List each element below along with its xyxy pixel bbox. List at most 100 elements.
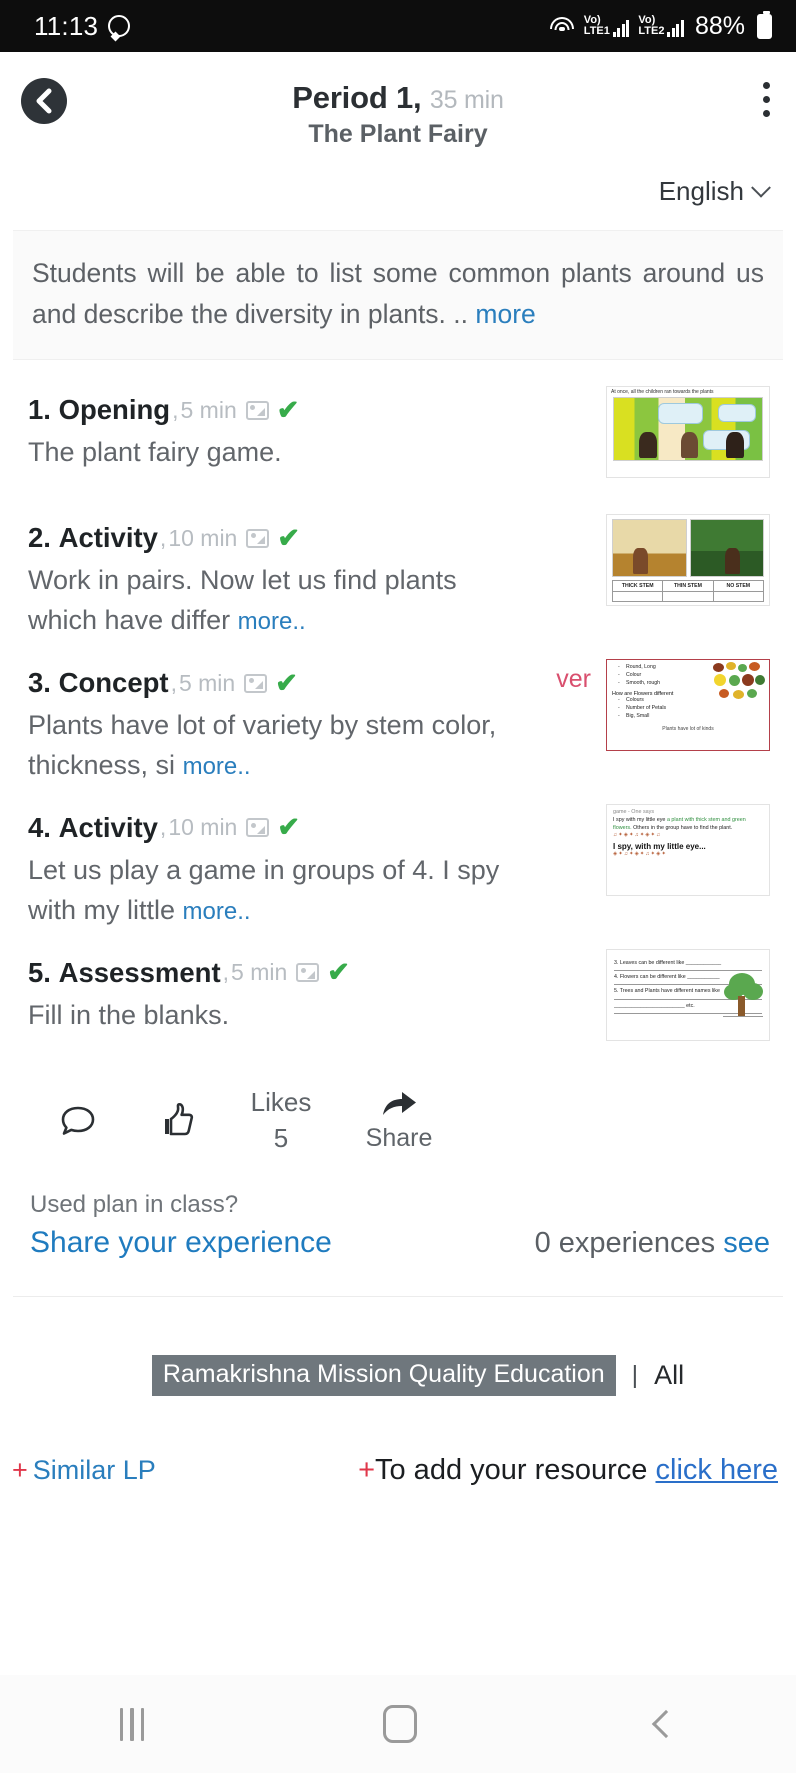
step-item[interactable]: 5. Assessment, 5 min ✔ Fill in the blank… [0,931,796,1059]
app-screen: 11:13 Vo) LTE1 Vo) LTE2 88% Period 1, 35… [0,0,796,1773]
step-body: Fill in the blanks. [28,996,528,1036]
sim1-lte-label: LTE1 [583,25,610,37]
step-body: The plant fairy game. [28,433,528,473]
battery-icon [757,10,772,39]
step-description: Let us play a game in groups of 4. I spy… [28,854,500,925]
step-number: 4. [28,811,51,843]
page-title: Period 1, 35 min [22,80,774,116]
step-thumbnail[interactable]: game - One says I spy with my little eye… [606,803,770,896]
sim2-signal-bars [667,20,684,38]
share-experience-link[interactable]: Share your experience [30,1226,332,1260]
chevron-down-icon [751,177,771,198]
green-check-icon: ✔ [277,522,300,553]
home-icon[interactable] [383,1705,418,1743]
tags-row: Ramakrishna Mission Quality Education | … [0,1354,796,1396]
thumbnail-table-row [612,591,764,603]
table-col-2: THIN STEM [663,581,714,592]
likes-label: Likes [250,1086,312,1117]
thumbnail-table-header: THICK STEM THIN STEM NO STEM [612,580,764,592]
like-button[interactable] [126,1101,226,1141]
image-icon [296,963,320,983]
thumb-top-text: game - One says [613,808,655,815]
step-item[interactable]: 1. Opening, 5 min ✔ The plant fairy game… [0,368,796,496]
step-item[interactable]: 2. Activity, 10 min ✔ Work in pairs. Now… [0,496,796,641]
likes-counter[interactable]: Likes 5 [226,1085,336,1157]
green-check-icon: ✔ [327,957,350,988]
back-icon[interactable] [652,1709,681,1739]
step-item[interactable]: 3. Concept, 5 min ✔ ver Plants have lot … [0,641,796,786]
period-label: Period 1, [292,80,422,115]
thumb-list-item: Round, Long [612,664,764,672]
experience-row: Share your experience 0 experiences see [30,1226,796,1260]
status-bar-right: Vo) LTE1 Vo) LTE2 88% [549,10,772,41]
step-thumbnail[interactable]: 3. Leaves can be different like ________… [606,948,770,1041]
thumb-list-item: Number of Petals [612,705,764,713]
plus-icon: + [12,1454,28,1485]
thumbnail-footer: Plants have lot of kinds [662,725,714,732]
thumb-line: 3. Leaves can be different like ________… [614,957,762,972]
step-description: Plants have lot of variety by stem color… [28,710,497,780]
step-number: 5. [28,956,51,988]
click-here-link[interactable]: click here [656,1454,779,1486]
comment-icon [61,1106,95,1135]
thumbs-up-icon [165,1102,194,1136]
sim1-indicator: Vo) LTE1 [583,14,630,38]
app-header: Period 1, 35 min The Plant Fairy [0,52,796,170]
recents-icon[interactable] [119,1707,145,1741]
step-body: Work in pairs. Now let us find plants wh… [28,561,528,641]
step-number: 2. [28,522,51,554]
action-bar: Likes 5 Share [0,1059,796,1157]
green-check-icon: ✔ [277,812,300,843]
kebab-menu-icon[interactable] [762,82,770,117]
share-button[interactable]: Share [344,1088,454,1153]
thumb-list-item: Smooth, rough [612,680,764,688]
step-duration: 10 min [168,524,238,551]
step-more-link[interactable]: more.. [183,898,251,925]
experience-section: Used plan in class? Share your experienc… [0,1157,796,1260]
step-more-link[interactable]: more.. [238,608,306,635]
lesson-subtitle: The Plant Fairy [308,120,488,148]
sim2-indicator: Vo) LTE2 [638,14,684,38]
step-number: 3. [28,667,51,699]
plus-icon: + [358,1453,375,1486]
tag-all-link[interactable]: All [654,1360,684,1391]
step-item[interactable]: 4. Activity, 10 min ✔ Let us play a game… [0,786,796,931]
step-title: Opening [58,394,171,426]
see-experiences-link[interactable]: see [723,1227,770,1259]
steps-list: 1. Opening, 5 min ✔ The plant fairy game… [0,360,796,1059]
thumbnail-list-2: Colours Number of Petals Big, Small [612,697,764,720]
image-icon [244,673,268,693]
add-resource-text: To add your resource [375,1453,648,1486]
green-check-icon: ✔ [275,667,298,698]
objective-more-link[interactable]: more [475,299,535,329]
step-title: Assessment [58,956,221,988]
step-body: Let us play a game in groups of 4. I spy… [28,851,528,931]
back-button[interactable] [21,78,67,124]
step-side-label: ver [556,665,591,694]
share-label: Share [365,1124,433,1153]
tag-chip[interactable]: Ramakrishna Mission Quality Education [151,1354,616,1396]
thumb-list-item: Colours [612,697,764,705]
thumbnail-caption: At once, all the children ran towards th… [611,389,714,396]
step-title: Activity [58,811,158,843]
step-thumbnail[interactable]: At once, all the children ran towards th… [606,386,770,479]
comment-button[interactable] [30,1104,126,1138]
step-description: Fill in the blanks. [28,999,230,1030]
add-resource-row: +To add your resource click here [358,1454,778,1487]
share-arrow-icon [383,1092,416,1116]
thumbnail-art: Round, Long Colour Smooth, rough How are… [607,660,769,750]
similar-lp-link[interactable]: + Similar LP [12,1455,156,1486]
thumb-emoji-row-2: ◈✦♫✦◈✦♫✦◈✦ [613,851,667,858]
whatsapp-icon [108,15,131,37]
thumbnail-art [613,396,763,461]
sim2-lte-label: LTE2 [638,25,665,37]
section-divider [13,1295,783,1297]
likes-count: 5 [273,1122,289,1153]
language-selector[interactable]: English [659,176,771,207]
thumbnail-art [607,515,769,578]
language-row: English [0,170,796,207]
step-thumbnail[interactable]: Round, Long Colour Smooth, rough How are… [606,659,770,752]
status-time: 11:13 [34,10,99,41]
step-thumbnail[interactable]: THICK STEM THIN STEM NO STEM [606,514,770,607]
step-more-link[interactable]: more.. [183,753,251,780]
